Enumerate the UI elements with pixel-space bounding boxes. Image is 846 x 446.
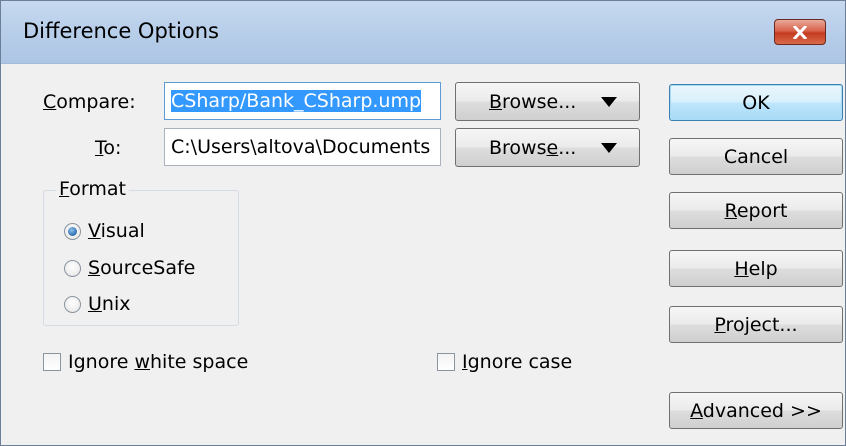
format-option-visual[interactable]: Visual [64, 220, 145, 242]
close-button[interactable] [774, 19, 826, 45]
advanced-button[interactable]: Advanced >> [669, 392, 843, 429]
difference-options-dialog: Difference Options Compare: CSharp/Bank_… [0, 0, 846, 446]
ignore-white-space-label: Ignore white space [68, 351, 249, 373]
compare-path-input[interactable]: CSharp/Bank_CSharp.ump [164, 82, 441, 120]
compare-browse-button[interactable]: Browse... [455, 82, 640, 121]
to-browse-button[interactable]: Browse... [455, 128, 640, 167]
cancel-button-label: Cancel [723, 145, 789, 168]
project-button-label: Project... [714, 313, 798, 336]
title-bar[interactable]: Difference Options [1, 1, 845, 64]
checkbox-unchecked-icon [43, 353, 61, 371]
ignore-case-label: Ignore case [462, 351, 573, 373]
dropdown-arrow-icon [601, 143, 617, 153]
radio-unselected-icon [64, 295, 81, 313]
format-option-label: Visual [88, 220, 145, 242]
to-label: To: [95, 137, 122, 159]
radio-selected-icon [64, 222, 81, 240]
compare-label: Compare: [43, 91, 136, 113]
ok-button[interactable]: OK [669, 84, 843, 121]
compare-browse-label: Browse... [489, 90, 577, 113]
ignore-white-space-checkbox[interactable]: Ignore white space [43, 351, 248, 373]
to-browse-label: Browse... [489, 136, 577, 159]
window-title: Difference Options [23, 19, 219, 43]
advanced-button-label: Advanced >> [690, 399, 822, 422]
help-button[interactable]: Help [669, 250, 843, 287]
report-button-label: Report [724, 199, 788, 222]
to-path-value: C:\Users\altova\Documents [171, 136, 431, 158]
checkbox-unchecked-icon [437, 353, 455, 371]
to-path-input[interactable]: C:\Users\altova\Documents [164, 128, 441, 166]
format-option-unix[interactable]: Unix [64, 293, 131, 315]
close-icon [793, 25, 807, 39]
ignore-case-checkbox[interactable]: Ignore case [437, 351, 572, 373]
format-group-label: Format [56, 178, 129, 200]
format-option-label: SourceSafe [88, 257, 196, 279]
format-option-label: Unix [88, 293, 131, 315]
project-button[interactable]: Project... [669, 306, 843, 343]
ok-button-label: OK [742, 91, 770, 114]
dropdown-arrow-icon [601, 97, 617, 107]
compare-path-value: CSharp/Bank_CSharp.ump [171, 90, 422, 112]
help-button-label: Help [734, 257, 778, 280]
report-button[interactable]: Report [669, 192, 843, 229]
cancel-button[interactable]: Cancel [669, 138, 843, 175]
radio-unselected-icon [64, 259, 81, 277]
format-option-sourcesafe[interactable]: SourceSafe [64, 257, 195, 279]
